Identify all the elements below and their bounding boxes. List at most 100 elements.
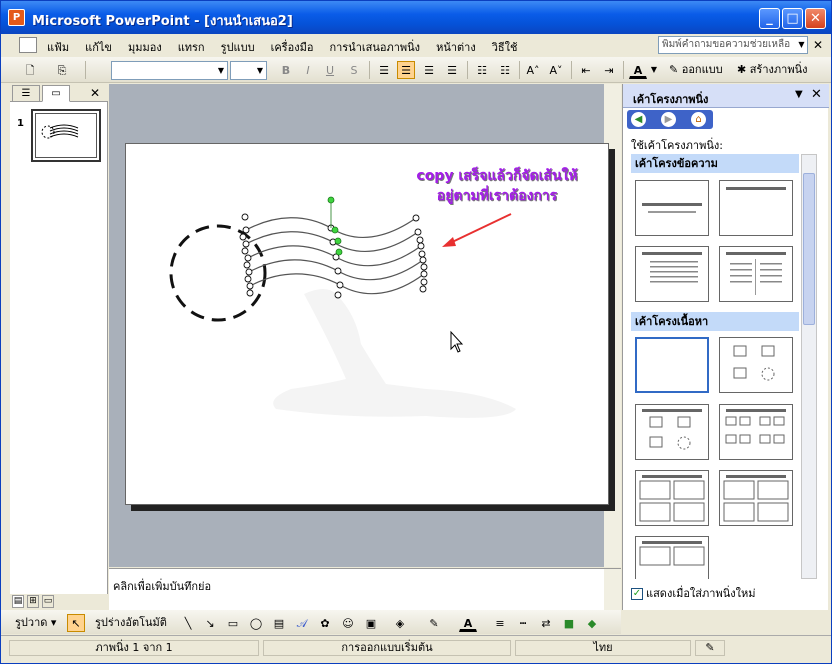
pane-tabs: ☰ ▭ ✕ [10, 84, 108, 102]
justify-icon[interactable]: ☰ [443, 61, 461, 79]
font-color-icon[interactable]: A [629, 61, 647, 79]
numbered-list-icon[interactable]: ☷ [473, 61, 491, 79]
menu-help[interactable]: วิธีใช้ [492, 38, 518, 56]
shadow-button[interactable]: S [345, 61, 363, 79]
layout-title-content-lower[interactable] [635, 536, 709, 579]
line-tool-icon[interactable]: ╲ [179, 614, 197, 632]
wordart-icon[interactable]: 𝒜 [293, 614, 311, 632]
menu-file[interactable]: แฟ้ม [47, 38, 69, 56]
slide-sorter-icon[interactable]: ⊞ [27, 595, 39, 608]
tab-outline[interactable]: ☰ [12, 85, 40, 102]
menu-window[interactable]: หน้าต่าง [436, 38, 476, 56]
minimize-button[interactable]: _ [759, 8, 780, 29]
line-style-icon[interactable]: ≡ [491, 614, 509, 632]
clipart-icon[interactable]: ☺ [339, 614, 357, 632]
bold-button[interactable]: B [277, 61, 295, 79]
close-document-icon[interactable]: ✕ [813, 38, 823, 52]
powerpoint-icon[interactable]: P [8, 9, 25, 26]
task-pane: เค้าโครงภาพนิ่ง ▼ ✕ ◀ ▶ ⌂ ใช้เค้าโครงภาพ… [622, 84, 829, 610]
chevron-down-icon[interactable]: ▼ [650, 61, 658, 79]
task-pane-scrollbar[interactable] [801, 154, 817, 579]
maximize-button[interactable]: □ [782, 8, 803, 29]
chevron-down-icon[interactable]: ▼ [795, 89, 803, 100]
annotation-line-1: copy เสร็จแล้วก็จัดเส้นให้ [416, 168, 578, 184]
design-button[interactable]: ✎ ออกแบบ [669, 61, 731, 79]
layout-title-text[interactable] [635, 246, 709, 302]
show-on-insert-checkbox[interactable]: ✓ [631, 588, 643, 600]
slideshow-icon[interactable]: ▭ [42, 595, 54, 608]
menu-insert[interactable]: แทรก [178, 38, 205, 56]
chevron-down-icon: ▼ [217, 66, 225, 75]
title-bar[interactable]: P Microsoft PowerPoint - [งานนำเสนอ2] _ … [1, 1, 831, 34]
menu-tools[interactable]: เครื่องมือ [271, 38, 314, 56]
notes-placeholder[interactable]: คลิกเพื่อเพิ่มบันทึกย่อ [113, 577, 211, 595]
close-icon[interactable]: ✕ [811, 87, 822, 102]
draw-menu-button[interactable]: รูปวาด ▾ [15, 614, 65, 632]
new-document-icon[interactable]: 🗋 [21, 61, 39, 79]
draw-label: รูปวาด [15, 616, 48, 629]
home-icon[interactable]: ⌂ [691, 112, 706, 127]
window-title: Microsoft PowerPoint - [งานนำเสนอ2] [32, 14, 293, 29]
decrease-indent-icon[interactable]: ⇤ [577, 61, 595, 79]
show-on-insert-option[interactable]: ✓ แสดงเมื่อใส่ภาพนิ่งใหม่ [631, 584, 755, 602]
line-color-icon[interactable]: ✎ [425, 614, 443, 632]
diagram-icon[interactable]: ✿ [316, 614, 334, 632]
menu-format[interactable]: รูปแบบ [221, 38, 255, 56]
font-size-select[interactable]: ▼ [230, 61, 267, 80]
layout-content[interactable] [719, 337, 793, 393]
close-button[interactable]: ✕ [805, 8, 826, 29]
normal-view-icon[interactable]: ▤ [12, 595, 24, 608]
rectangle-tool-icon[interactable]: ▭ [224, 614, 242, 632]
menu-slideshow[interactable]: การนำเสนอภาพนิ่ง [329, 38, 420, 56]
3d-style-icon[interactable]: ◆ [583, 614, 601, 632]
menu-edit[interactable]: แก้ไข [85, 38, 112, 56]
autoshapes-label: รูปร่างอัตโนมัติ [95, 616, 167, 629]
font-color-icon[interactable]: A [459, 614, 477, 632]
tab-slides[interactable]: ▭ [42, 85, 70, 102]
picture-icon[interactable]: ▣ [362, 614, 380, 632]
arrow-tool-icon[interactable]: ↘ [201, 614, 219, 632]
textbox-icon[interactable]: ▤ [270, 614, 288, 632]
layout-two-column-text[interactable] [719, 246, 793, 302]
menu-view[interactable]: มุมมอง [128, 38, 162, 56]
arrow-style-icon[interactable]: ⇄ [537, 614, 555, 632]
layout-title-only[interactable] [719, 180, 793, 236]
forward-icon[interactable]: ▶ [661, 112, 676, 127]
new-slide-button[interactable]: ✱ สร้างภาพนิ่ง [737, 61, 815, 79]
layout-title-slide[interactable] [635, 180, 709, 236]
layout-title-content[interactable] [635, 404, 709, 460]
italic-button[interactable]: I [299, 61, 317, 79]
layout-blank[interactable] [635, 337, 709, 393]
copy-icon[interactable]: ⎘ [53, 61, 71, 79]
chevron-down-icon[interactable]: ▼ [796, 37, 807, 53]
select-pointer-icon[interactable]: ↖ [67, 614, 85, 632]
selection-handles[interactable] [239, 213, 428, 299]
back-icon[interactable]: ◀ [631, 112, 646, 127]
shadow-style-icon[interactable]: ■ [560, 614, 578, 632]
align-right-icon[interactable]: ☰ [420, 61, 438, 79]
layout-title-content-variant[interactable] [719, 470, 793, 526]
notes-pane[interactable]: คลิกเพื่อเพิ่มบันทึกย่อ [109, 568, 621, 611]
slide-thumbnail[interactable] [31, 109, 101, 162]
help-search-input[interactable]: พิมพ์คำถามขอความช่วยเหลือ [658, 36, 808, 54]
document-icon[interactable] [19, 37, 37, 53]
bullet-list-icon[interactable]: ☷ [496, 61, 514, 79]
increase-indent-icon[interactable]: ⇥ [600, 61, 618, 79]
close-icon[interactable]: ✕ [90, 86, 100, 100]
underline-button[interactable]: U [321, 61, 339, 79]
align-left-icon[interactable]: ☰ [375, 61, 393, 79]
spellcheck-icon[interactable]: ✎ [695, 640, 725, 656]
increase-font-icon[interactable]: A˄ [524, 61, 542, 79]
layout-title-two-content[interactable] [719, 404, 793, 460]
decrease-font-icon[interactable]: A˅ [547, 61, 565, 79]
fill-color-icon[interactable]: ◈ [391, 614, 409, 632]
task-pane-title: เค้าโครงภาพนิ่ง [633, 93, 709, 106]
layout-title-four-content[interactable] [635, 470, 709, 526]
font-name-select[interactable]: ▼ [111, 61, 228, 80]
dash-style-icon[interactable]: ┅ [514, 614, 532, 632]
scrollbar-thumb[interactable] [803, 173, 815, 325]
notes-scrollbar[interactable] [604, 569, 621, 611]
oval-tool-icon[interactable]: ◯ [247, 614, 265, 632]
align-center-icon[interactable]: ☰ [397, 61, 415, 79]
autoshapes-menu-button[interactable]: รูปร่างอัตโนมัติ ▾ [95, 614, 175, 647]
